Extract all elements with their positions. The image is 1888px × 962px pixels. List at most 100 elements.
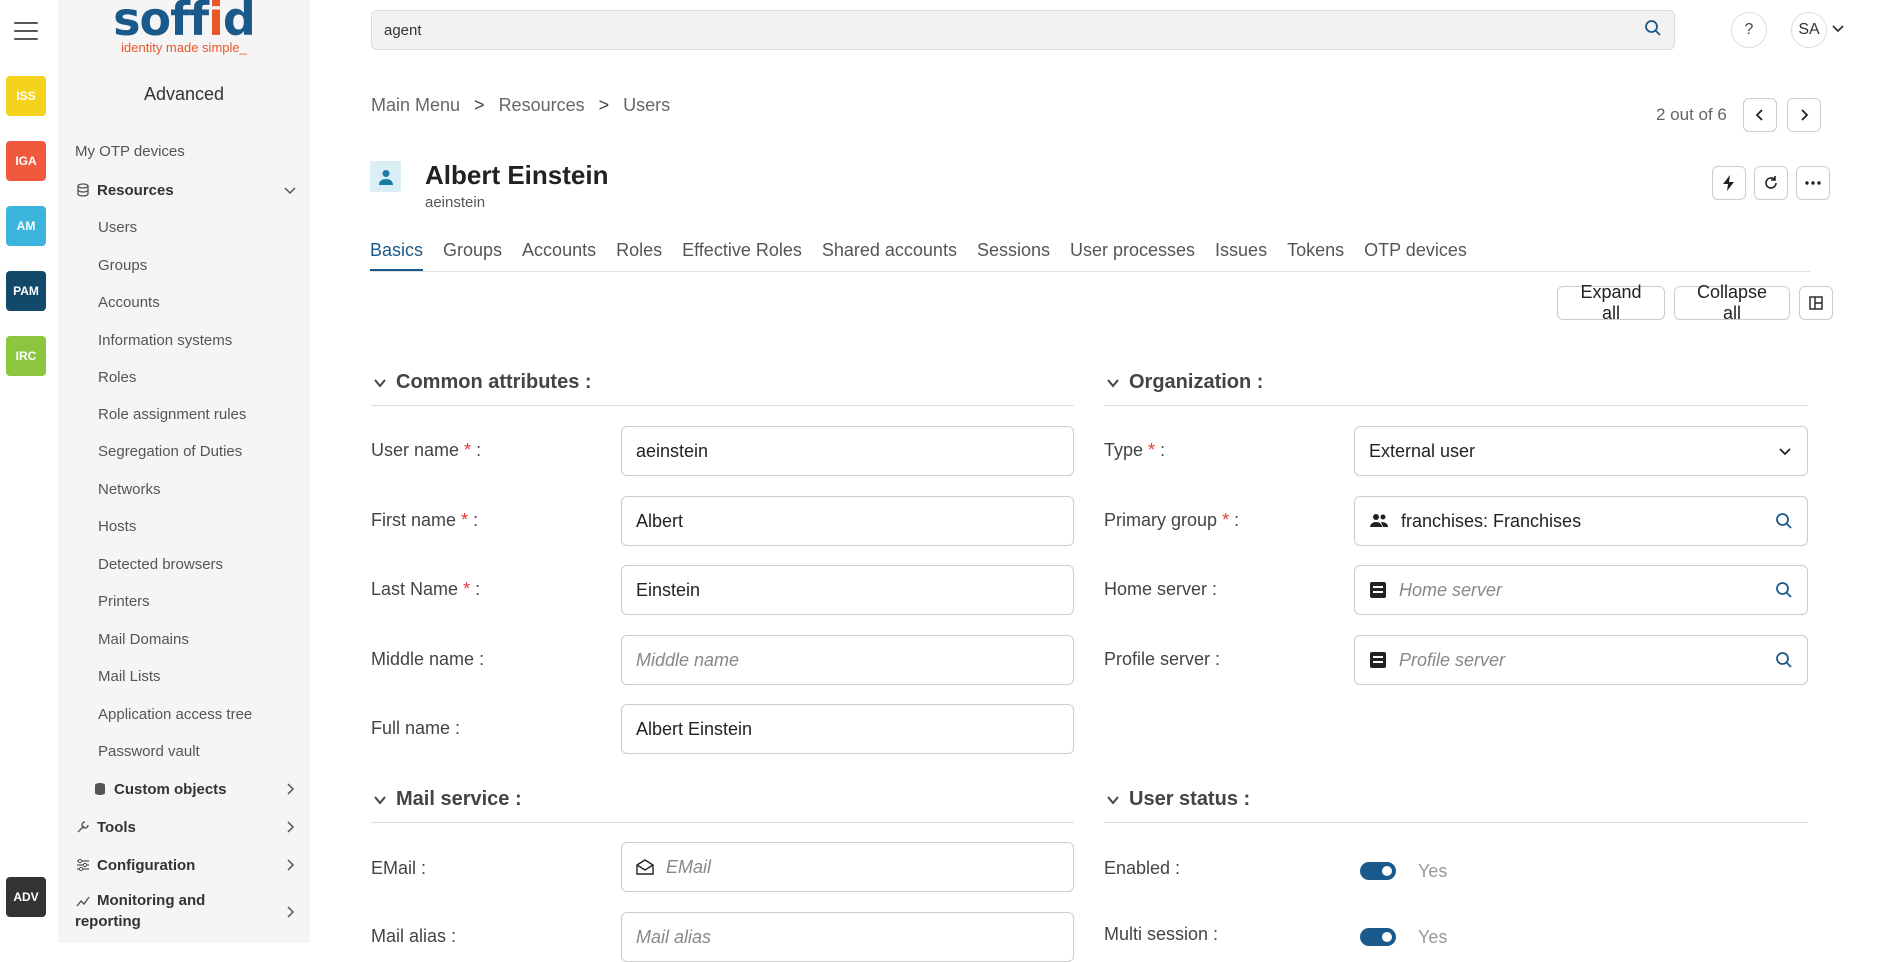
type-select[interactable]: External user [1354, 426, 1808, 476]
search-icon[interactable] [1644, 19, 1662, 42]
home-server-input[interactable] [1399, 579, 1775, 601]
tab-shared-accounts[interactable]: Shared accounts [822, 240, 957, 271]
sidebar-item-printers[interactable]: Printers [58, 586, 310, 616]
sidebar-item-accounts[interactable]: Accounts [58, 287, 310, 317]
lastname-input[interactable] [636, 579, 1059, 601]
fullname-field[interactable] [621, 704, 1074, 754]
firstname-input[interactable] [636, 510, 1059, 532]
tab-basics[interactable]: Basics [370, 240, 424, 271]
middlename-field[interactable] [621, 635, 1074, 685]
sidebar-item-detected-browsers[interactable]: Detected browsers [58, 549, 310, 579]
profile-server-input[interactable] [1399, 649, 1775, 671]
multi-session-toggle[interactable] [1360, 928, 1396, 946]
sidebar-item-tools[interactable]: Tools [58, 812, 310, 842]
breadcrumb-resources[interactable]: Resources [499, 95, 585, 116]
more-options-button[interactable] [1796, 166, 1830, 200]
sidebar-item-label: Detected browsers [98, 555, 224, 573]
tab-tokens[interactable]: Tokens [1287, 240, 1344, 271]
execute-button[interactable] [1712, 166, 1746, 200]
sidebar-item-segregation-of-duties[interactable]: Segregation of Duties [58, 436, 310, 466]
chevron-down-icon[interactable] [1830, 20, 1846, 41]
sidebar-item-label: Roles [98, 368, 137, 386]
home-server-field[interactable] [1354, 565, 1808, 615]
tab-roles[interactable]: Roles [616, 240, 662, 271]
tab-effective-roles[interactable]: Effective Roles [682, 240, 802, 271]
sidebar-item-application-access-tree[interactable]: Application access tree [58, 699, 310, 729]
sidebar-item-monitoring-and-reporting[interactable]: Monitoring and reporting [58, 888, 310, 938]
chevron-down-icon [1107, 378, 1119, 388]
enabled-toggle[interactable] [1360, 862, 1396, 880]
primary-group-field[interactable]: franchises: Franchises [1354, 496, 1808, 546]
refresh-button[interactable] [1754, 166, 1788, 200]
sidebar-item-users[interactable]: Users [58, 212, 310, 242]
mail-alias-input[interactable] [636, 926, 1059, 948]
soffid-logo[interactable]: soffid identity made simple_ [58, 0, 310, 64]
username-input[interactable] [636, 440, 1059, 462]
sidebar-item-groups[interactable]: Groups [58, 250, 310, 280]
sidebar-item-role-assignment-rules[interactable]: Role assignment rules [58, 399, 310, 429]
search-icon[interactable] [1775, 581, 1793, 599]
sidebar-item-roles[interactable]: Roles [58, 362, 310, 392]
mail-alias-field[interactable] [621, 912, 1074, 962]
tab-accounts[interactable]: Accounts [522, 240, 596, 271]
section-mail-service[interactable]: Mail service : [372, 788, 522, 811]
action-buttons [1712, 166, 1830, 200]
sidebar-item-information-systems[interactable]: Information systems [58, 325, 310, 355]
tab-otp-devices[interactable]: OTP devices [1364, 240, 1467, 271]
rail-am[interactable]: AM [6, 206, 46, 246]
email-field[interactable] [621, 842, 1074, 892]
pager-text: 2 out of 6 [1656, 105, 1727, 124]
help-button[interactable]: ? [1731, 12, 1767, 48]
tab-user-processes[interactable]: User processes [1070, 240, 1195, 271]
sidebar-item-my-otp-devices[interactable]: My OTP devices [58, 136, 310, 166]
menu-icon[interactable] [14, 22, 38, 42]
sidebar-item-resources[interactable]: Resources [58, 175, 310, 205]
sidebar-item-label: My OTP devices [75, 142, 185, 160]
tab-groups[interactable]: Groups [443, 240, 502, 271]
profile-server-field[interactable] [1354, 635, 1808, 685]
search-icon[interactable] [1775, 651, 1793, 669]
breadcrumb-users[interactable]: Users [623, 95, 670, 116]
divider [1104, 822, 1808, 823]
search-icon[interactable] [1775, 512, 1793, 530]
email-input[interactable] [666, 856, 1059, 878]
global-search[interactable] [371, 10, 1675, 50]
rail-irc[interactable]: IRC [6, 336, 46, 376]
section-user-status[interactable]: User status : [1105, 788, 1250, 811]
tab-issues[interactable]: Issues [1215, 240, 1267, 271]
previous-button[interactable] [1742, 98, 1777, 132]
sidebar-item-hosts[interactable]: Hosts [58, 511, 310, 541]
chevron-down-icon[interactable] [1777, 443, 1793, 459]
search-input[interactable] [384, 21, 1644, 39]
sidebar-item-mail-lists[interactable]: Mail Lists [58, 661, 310, 691]
sidebar-item-mail-domains[interactable]: Mail Domains [58, 624, 310, 654]
chevron-right-icon [1801, 109, 1809, 121]
middlename-input[interactable] [636, 649, 1059, 671]
breadcrumb-main-menu[interactable]: Main Menu [371, 95, 460, 116]
username-field[interactable] [621, 426, 1074, 476]
sidebar-item-configuration[interactable]: Configuration [58, 850, 310, 880]
record-pager: 2 out of 6 [1656, 98, 1821, 132]
next-button[interactable] [1786, 98, 1821, 132]
sidebar-item-password-vault[interactable]: Password vault [58, 736, 310, 766]
sidebar-item-label: Custom objects [114, 780, 227, 798]
rail-adv[interactable]: ADV [6, 877, 46, 917]
collapse-all-button[interactable]: Collapse all [1674, 282, 1790, 323]
sidebar-item-label: Networks [98, 480, 161, 498]
primary-group-value: franchises: Franchises [1401, 510, 1582, 531]
rail-pam[interactable]: PAM [6, 271, 46, 311]
fullname-input[interactable] [636, 718, 1059, 740]
sidebar-item-custom-objects[interactable]: Custom objects [58, 774, 310, 804]
firstname-field[interactable] [621, 496, 1074, 546]
user-avatar[interactable]: SA [1791, 12, 1827, 48]
rail-iga[interactable]: IGA [6, 141, 46, 181]
section-organization[interactable]: Organization : [1105, 371, 1263, 394]
username-label: User name * : [371, 440, 482, 460]
layout-button[interactable] [1799, 286, 1833, 320]
lastname-field[interactable] [621, 565, 1074, 615]
rail-iss[interactable]: ISS [6, 76, 46, 116]
tab-sessions[interactable]: Sessions [977, 240, 1050, 271]
section-common-attributes[interactable]: Common attributes : [372, 371, 592, 394]
expand-all-button[interactable]: Expand all [1557, 282, 1665, 323]
sidebar-item-networks[interactable]: Networks [58, 474, 310, 504]
